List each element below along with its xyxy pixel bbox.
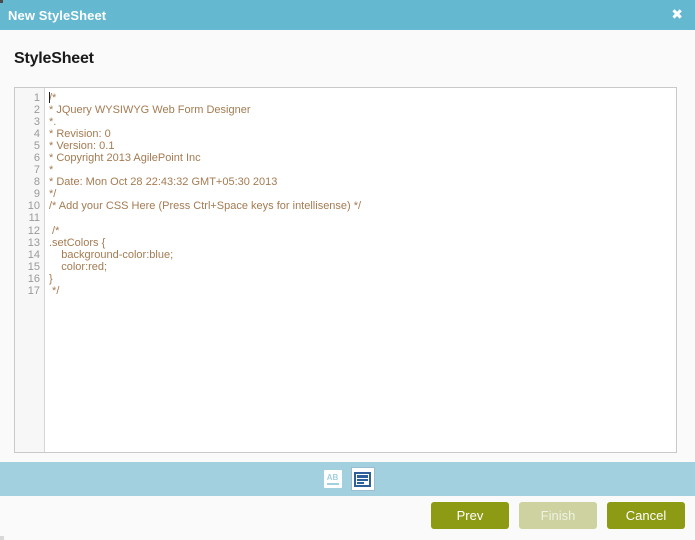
- code-line: /* Add your CSS Here (Press Ctrl+Space k…: [49, 200, 362, 213]
- form-view-icon-titlebar: [357, 474, 368, 478]
- cancel-button[interactable]: Cancel: [607, 502, 685, 529]
- code-line: *.: [49, 116, 57, 129]
- spellcheck-ab-icon-bar: [326, 482, 339, 485]
- code-line: * Revision: 0: [49, 128, 111, 141]
- line-number: 10: [27, 200, 40, 213]
- line-number: 1: [33, 92, 40, 104]
- form-view-icon-row: [357, 481, 364, 484]
- form-view-icon: [354, 471, 371, 487]
- code-line: */: [49, 188, 57, 201]
- finish-button[interactable]: Finish: [519, 502, 597, 529]
- text-caret: [49, 92, 50, 103]
- line-number: 7: [33, 164, 40, 177]
- line-number: 4: [33, 128, 40, 141]
- line-number: 16: [27, 272, 40, 285]
- code-line: .setColors {: [49, 236, 106, 249]
- code-line: *: [49, 164, 54, 177]
- form-view-icon-row: [357, 478, 368, 481]
- editor-container: 1 2 3 4 5 6 7 8 9 10 11 12 13 14 15 16 1…: [0, 87, 695, 453]
- code-line: * Version: 0.1: [49, 140, 115, 153]
- line-number: 8: [33, 176, 40, 189]
- code-line: }: [49, 272, 53, 285]
- code-line: color:red;: [49, 260, 108, 273]
- page-title: StyleSheet: [14, 49, 94, 67]
- line-number: 2: [33, 104, 40, 117]
- line-number: 3: [33, 116, 40, 129]
- dialog-footer: Prev Finish Cancel: [0, 496, 695, 540]
- form-view-button[interactable]: [350, 467, 375, 491]
- code-line: /*: [49, 224, 60, 237]
- code-line: * JQuery WYSIWYG Web Form Designer: [49, 104, 251, 117]
- close-icon[interactable]: ✖: [671, 8, 695, 22]
- editor-toolbar: AB: [0, 462, 695, 496]
- line-number: 12: [27, 224, 40, 237]
- line-number: 13: [27, 236, 40, 249]
- new-stylesheet-dialog: New StyleSheet ✖ StyleSheet 1 2 3 4 5 6 …: [0, 0, 695, 540]
- code-line: */: [49, 284, 60, 297]
- line-number-gutter: 1 2 3 4 5 6 7 8 9 10 11 12 13 14 15 16 1…: [15, 88, 45, 452]
- prev-button[interactable]: Prev: [431, 502, 509, 529]
- dialog-titlebar: New StyleSheet ✖: [0, 0, 695, 30]
- line-number: 9: [33, 188, 40, 201]
- line-number: 6: [33, 152, 40, 165]
- code-editor[interactable]: 1 2 3 4 5 6 7 8 9 10 11 12 13 14 15 16 1…: [14, 87, 677, 453]
- line-number: 17: [27, 284, 40, 297]
- line-number: 11: [28, 212, 40, 225]
- line-number: 14: [27, 248, 40, 261]
- line-number: 5: [33, 140, 40, 153]
- dialog-title: New StyleSheet: [8, 7, 107, 23]
- code-line: * Date: Mon Oct 28 22:43:32 GMT+05:30 20…: [49, 176, 278, 189]
- spellcheck-ab-icon-label: AB: [326, 472, 339, 482]
- spellcheck-ab-icon: AB: [323, 470, 342, 488]
- heading-area: StyleSheet: [0, 30, 695, 87]
- code-line: background-color:blue;: [49, 248, 174, 261]
- line-number: 15: [27, 260, 40, 273]
- code-text-area[interactable]: /* * JQuery WYSIWYG Web Form Designer *.…: [45, 88, 676, 452]
- code-line: * Copyright 2013 AgilePoint Inc: [49, 152, 201, 165]
- code-line: /*: [49, 92, 57, 104]
- spellcheck-button[interactable]: AB: [321, 467, 345, 491]
